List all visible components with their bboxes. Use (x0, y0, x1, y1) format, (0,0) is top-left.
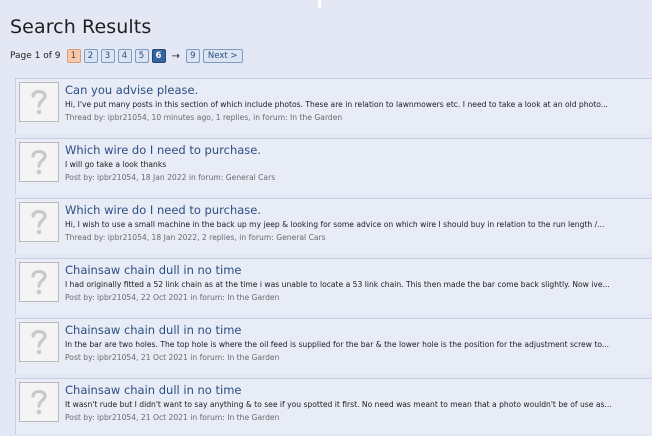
result-snippet: It wasn't rude but I didn't want to say … (65, 400, 612, 409)
avatar-placeholder-icon[interactable] (19, 382, 59, 422)
search-result-item: Chainsaw chain dull in no time In the ba… (15, 318, 652, 374)
result-title-link[interactable]: Which wire do I need to purchase. (65, 203, 261, 217)
search-result-item: Chainsaw chain dull in no time I had ori… (15, 258, 652, 314)
result-title-link[interactable]: Chainsaw chain dull in no time (65, 263, 241, 277)
result-meta: Thread by: ipbr21054, 10 minutes ago, 1 … (65, 113, 343, 122)
result-meta: Post by: ipbr21054, 18 Jan 2022 in forum… (65, 173, 276, 182)
question-mark-icon (31, 89, 47, 115)
search-result-item: Which wire do I need to purchase. Hi, I … (15, 198, 652, 254)
search-results-list: Can you advise please. Hi, I've put many… (15, 78, 652, 436)
result-title-link[interactable]: Chainsaw chain dull in no time (65, 323, 241, 337)
result-meta: Post by: ipbr21054, 22 Oct 2021 in forum… (65, 293, 280, 302)
page-link-3[interactable]: 3 (100, 49, 115, 63)
avatar-placeholder-icon[interactable] (19, 202, 59, 242)
result-snippet: Hi, I've put many posts in this section … (65, 100, 608, 109)
question-mark-icon (31, 209, 47, 235)
result-meta: Post by: ipbr21054, 21 Oct 2021 in forum… (65, 353, 280, 362)
page-link-1[interactable]: 1 (66, 49, 81, 63)
page-link-9[interactable]: 9 (185, 49, 200, 63)
avatar-placeholder-icon[interactable] (19, 142, 59, 182)
result-title-link[interactable]: Chainsaw chain dull in no time (65, 383, 241, 397)
question-mark-icon (31, 149, 47, 175)
arrow-right-icon: → (171, 50, 180, 62)
question-mark-icon (31, 329, 47, 355)
page-link-5[interactable]: 5 (134, 49, 149, 63)
page-link-4[interactable]: 4 (117, 49, 132, 63)
avatar-placeholder-icon[interactable] (19, 322, 59, 362)
search-result-item: Which wire do I need to purchase. I will… (15, 138, 652, 194)
search-result-item: Can you advise please. Hi, I've put many… (15, 78, 652, 134)
question-mark-icon (31, 269, 47, 295)
next-page-button[interactable]: Next > (202, 49, 243, 63)
top-marker (318, 0, 321, 8)
result-snippet: Hi, I wish to use a small machine in the… (65, 220, 605, 229)
page-title: Search Results (10, 16, 152, 38)
pagination: Page 1 of 9 1 2 3 4 5 6 → 9 Next > (10, 48, 246, 64)
page-link-2[interactable]: 2 (83, 49, 98, 63)
result-title-link[interactable]: Can you advise please. (65, 83, 198, 97)
result-snippet: I had originally fitted a 52 link chain … (65, 280, 610, 289)
page-count-label: Page 1 of 9 (10, 51, 61, 61)
result-meta: Post by: ipbr21054, 21 Oct 2021 in forum… (65, 413, 280, 422)
question-mark-icon (31, 389, 47, 415)
page: Search Results Page 1 of 9 1 2 3 4 5 6 →… (0, 0, 652, 436)
page-link-6-current[interactable]: 6 (151, 49, 166, 63)
result-meta: Thread by: ipbr21054, 18 Jan 2022, 2 rep… (65, 233, 326, 242)
result-snippet: In the bar are two holes. The top hole i… (65, 340, 610, 349)
result-snippet: I will go take a look thanks (65, 160, 167, 169)
result-title-link[interactable]: Which wire do I need to purchase. (65, 143, 261, 157)
search-result-item: Chainsaw chain dull in no time It wasn't… (15, 378, 652, 434)
avatar-placeholder-icon[interactable] (19, 82, 59, 122)
avatar-placeholder-icon[interactable] (19, 262, 59, 302)
